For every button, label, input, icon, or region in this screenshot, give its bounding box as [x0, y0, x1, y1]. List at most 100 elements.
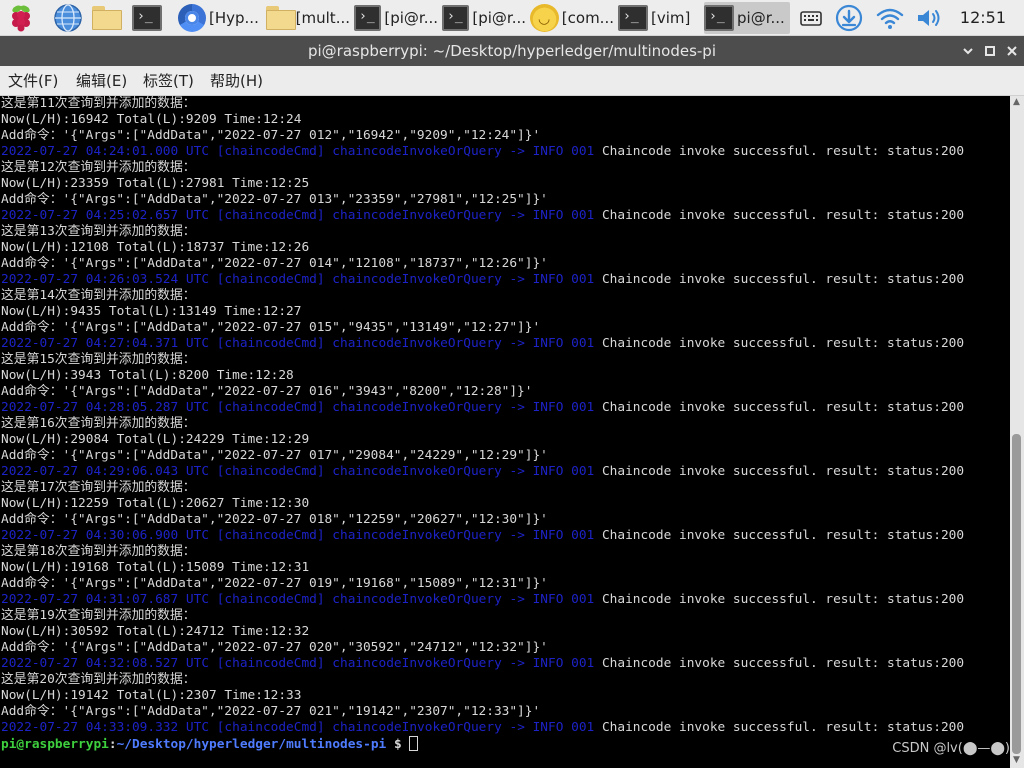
terminal-line: Add命令：'{"Args":["AddData","2022-07-27 02… [1, 704, 541, 719]
terminal-icon [132, 5, 162, 31]
terminal-scrollbar[interactable]: ▲ ▼ [1010, 96, 1024, 768]
terminal-line: Now(L/H):16942 Total(L):9209 Time:12:24 [1, 112, 302, 127]
taskbar-window-multinodes[interactable]: [mult... [266, 2, 350, 34]
terminal-line: 2022-07-27 04:31:07.687 UTC [chaincodeCm… [1, 592, 1010, 608]
terminal-icon [354, 5, 382, 31]
wifi-icon[interactable] [875, 3, 905, 33]
folder-icon [266, 6, 296, 30]
terminal-line: Now(L/H):19168 Total(L):15089 Time:12:31 [1, 560, 310, 575]
terminal-line: 这是第18次查询到并添加的数据： [1, 544, 196, 559]
log-prefix: 2022-07-27 04:24:01.000 UTC [chaincodeCm… [1, 144, 595, 159]
terminal-line: 2022-07-27 04:30:06.900 UTC [chaincodeCm… [1, 528, 1010, 544]
terminal-line: 2022-07-27 04:27:04.371 UTC [chaincodeCm… [1, 336, 1010, 352]
menu-help[interactable]: 帮助(H) [210, 66, 263, 96]
terminal-line: Add命令：'{"Args":["AddData","2022-07-27 01… [1, 128, 541, 143]
shell-prompt[interactable]: pi@raspberrypi:~/Desktop/hyperledger/mul… [1, 736, 1010, 752]
taskbar-window-label: [Hyp... [209, 9, 259, 27]
terminal-line: Add命令：'{"Args":["AddData","2022-07-27 01… [1, 384, 533, 399]
menu-tabs[interactable]: 标签(T) [143, 66, 194, 96]
taskbar-window-com[interactable]: [com... [530, 2, 614, 34]
taskbar-window-hyperledger[interactable]: [Hyp... [178, 2, 262, 34]
taskbar-window-label: [vim] [651, 9, 691, 27]
terminal-launcher-icon[interactable] [132, 5, 162, 35]
taskbar-window-terminal-1[interactable]: [pi@r... [354, 2, 438, 34]
terminal-line: 2022-07-27 04:25:02.657 UTC [chaincodeCm… [1, 208, 1010, 224]
terminal-line: 这是第17次查询到并添加的数据： [1, 480, 196, 495]
terminal-line: Add命令：'{"Args":["AddData","2022-07-27 01… [1, 576, 548, 591]
web-browser-icon[interactable] [53, 3, 83, 33]
prompt-user-host: pi@raspberrypi [1, 737, 109, 752]
terminal-line: 2022-07-27 04:28:05.287 UTC [chaincodeCm… [1, 400, 1010, 416]
terminal-line: Add命令：'{"Args":["AddData","2022-07-27 01… [1, 448, 548, 463]
log-prefix: 2022-07-27 04:28:05.287 UTC [chaincodeCm… [1, 400, 595, 415]
log-prefix: 2022-07-27 04:25:02.657 UTC [chaincodeCm… [1, 208, 595, 223]
terminal-line: Add命令：'{"Args":["AddData","2022-07-27 02… [1, 640, 548, 655]
taskbar-window-terminal-2[interactable]: [pi@r... [442, 2, 526, 34]
maximize-button[interactable] [982, 43, 998, 59]
keyboard-icon[interactable] [796, 3, 826, 33]
chromium-icon [178, 4, 206, 32]
duck-app-icon [530, 4, 559, 32]
scroll-up-arrow-icon[interactable]: ▲ [1013, 98, 1021, 107]
menu-edit[interactable]: 编辑(E) [76, 66, 127, 96]
log-prefix: 2022-07-27 04:33:09.332 UTC [chaincodeCm… [1, 720, 595, 735]
log-message: Chaincode invoke successful. result: sta… [594, 720, 965, 735]
terminal-line: Now(L/H):12259 Total(L):20627 Time:12:30 [1, 496, 310, 511]
terminal-line: Now(L/H):3943 Total(L):8200 Time:12:28 [1, 368, 294, 383]
close-button[interactable] [1004, 43, 1020, 59]
terminal-line: 2022-07-27 04:29:06.043 UTC [chaincodeCm… [1, 464, 1010, 480]
minimize-button[interactable] [960, 43, 976, 59]
terminal-line: 这是第20次查询到并添加的数据： [1, 672, 196, 687]
terminal-line: Now(L/H):29084 Total(L):24229 Time:12:29 [1, 432, 310, 447]
terminal-area[interactable]: 这是第11次查询到并添加的数据： Now(L/H):16942 Total(L):… [0, 96, 1010, 768]
raspberry-menu-icon[interactable] [6, 3, 36, 33]
terminal-line: Add命令：'{"Args":["AddData","2022-07-27 01… [1, 512, 548, 527]
menu-file[interactable]: 文件(F) [8, 66, 58, 96]
terminal-line: 这是第12次查询到并添加的数据： [1, 160, 196, 175]
log-prefix: 2022-07-27 04:29:06.043 UTC [chaincodeCm… [1, 464, 595, 479]
taskbar-window-label: pi@r... [737, 9, 785, 27]
taskbar-window-label: [pi@r... [384, 9, 438, 27]
prompt-path: ~/Desktop/hyperledger/multinodes-pi [116, 737, 387, 752]
log-prefix: 2022-07-27 04:30:06.900 UTC [chaincodeCm… [1, 528, 595, 543]
terminal-line: 这是第15次查询到并添加的数据： [1, 352, 196, 367]
terminal-line: 这是第13次查询到并添加的数据： [1, 224, 196, 239]
terminal-line: 这是第16次查询到并添加的数据： [1, 416, 196, 431]
terminal-line: Now(L/H):30592 Total(L):24712 Time:12:32 [1, 624, 310, 639]
terminal-line: Now(L/H):9435 Total(L):13149 Time:12:27 [1, 304, 302, 319]
window-titlebar[interactable]: pi@raspberrypi: ~/Desktop/hyperledger/mu… [0, 36, 1024, 66]
terminal-icon [704, 5, 734, 31]
log-message: Chaincode invoke successful. result: sta… [594, 656, 965, 671]
taskbar-window-vim[interactable]: [vim] [618, 2, 702, 34]
log-message: Chaincode invoke successful. result: sta… [594, 464, 965, 479]
chevron-down-icon [963, 48, 973, 55]
log-prefix: 2022-07-27 04:26:03.524 UTC [chaincodeCm… [1, 272, 595, 287]
log-prefix: 2022-07-27 04:32:08.527 UTC [chaincodeCm… [1, 656, 595, 671]
log-prefix: 2022-07-27 04:31:07.687 UTC [chaincodeCm… [1, 592, 595, 607]
download-updates-icon[interactable] [834, 3, 864, 33]
terminal-line: 这是第11次查询到并添加的数据： [1, 96, 196, 111]
watermark: CSDN @lv(⬤—⬤) [892, 741, 1010, 756]
maximize-icon [985, 46, 995, 56]
terminal-line: 2022-07-27 04:24:01.000 UTC [chaincodeCm… [1, 144, 1010, 160]
terminal-line: Add命令：'{"Args":["AddData","2022-07-27 01… [1, 192, 548, 207]
log-message: Chaincode invoke successful. result: sta… [594, 400, 965, 415]
log-message: Chaincode invoke successful. result: sta… [594, 592, 965, 607]
scroll-down-arrow-icon[interactable]: ▼ [1013, 756, 1021, 765]
taskbar-window-label: [com... [561, 9, 614, 27]
terminal-line: Now(L/H):19142 Total(L):2307 Time:12:33 [1, 688, 302, 703]
log-message: Chaincode invoke successful. result: sta… [594, 208, 965, 223]
terminal-line: 2022-07-27 04:32:08.527 UTC [chaincodeCm… [1, 656, 1010, 672]
clock[interactable]: 12:51 [960, 0, 1006, 36]
scrollbar-thumb[interactable] [1012, 434, 1021, 754]
volume-icon[interactable] [915, 3, 945, 33]
taskbar: [Hyp... [mult... [pi@r... [pi@r... [com.… [0, 0, 1024, 36]
terminal-line: 2022-07-27 04:33:09.332 UTC [chaincodeCm… [1, 720, 1010, 736]
terminal-line: Now(L/H):23359 Total(L):27981 Time:12:25 [1, 176, 310, 191]
terminal-line: Now(L/H):12108 Total(L):18737 Time:12:26 [1, 240, 310, 255]
taskbar-window-active-terminal[interactable]: pi@r... [704, 2, 790, 34]
file-manager-icon[interactable] [92, 6, 122, 36]
terminal-icon [618, 5, 648, 31]
prompt-separator: : [108, 737, 117, 752]
terminal-line: 这是第14次查询到并添加的数据： [1, 288, 196, 303]
